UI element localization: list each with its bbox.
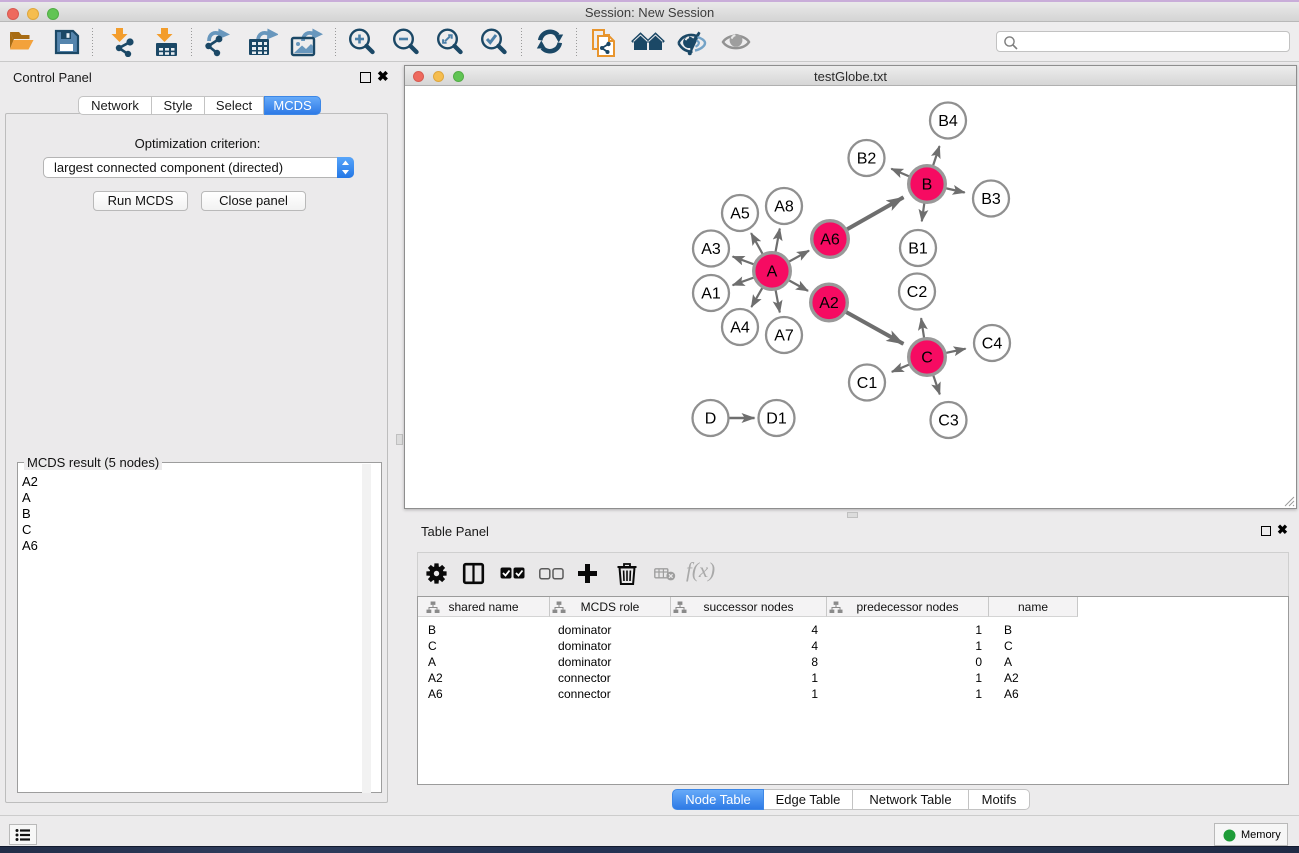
svg-text:C2: C2: [907, 284, 928, 301]
svg-text:B2: B2: [857, 151, 877, 168]
svg-text:D: D: [705, 411, 717, 428]
svg-text:A7: A7: [774, 328, 794, 345]
svg-text:A1: A1: [701, 286, 721, 303]
svg-text:A3: A3: [701, 241, 721, 258]
svg-text:A6: A6: [820, 232, 840, 249]
svg-text:A8: A8: [774, 199, 794, 216]
svg-text:A: A: [767, 264, 778, 281]
svg-text:B4: B4: [938, 113, 958, 130]
svg-text:C: C: [921, 350, 933, 367]
svg-text:B3: B3: [981, 191, 1001, 208]
svg-text:D1: D1: [766, 411, 787, 428]
svg-text:C4: C4: [982, 336, 1003, 353]
svg-text:B1: B1: [908, 241, 928, 258]
svg-text:A4: A4: [730, 320, 750, 337]
svg-text:B: B: [922, 177, 933, 194]
svg-text:C3: C3: [938, 413, 959, 430]
svg-text:A2: A2: [819, 295, 839, 312]
svg-text:C1: C1: [857, 375, 878, 392]
svg-text:A5: A5: [730, 206, 750, 223]
